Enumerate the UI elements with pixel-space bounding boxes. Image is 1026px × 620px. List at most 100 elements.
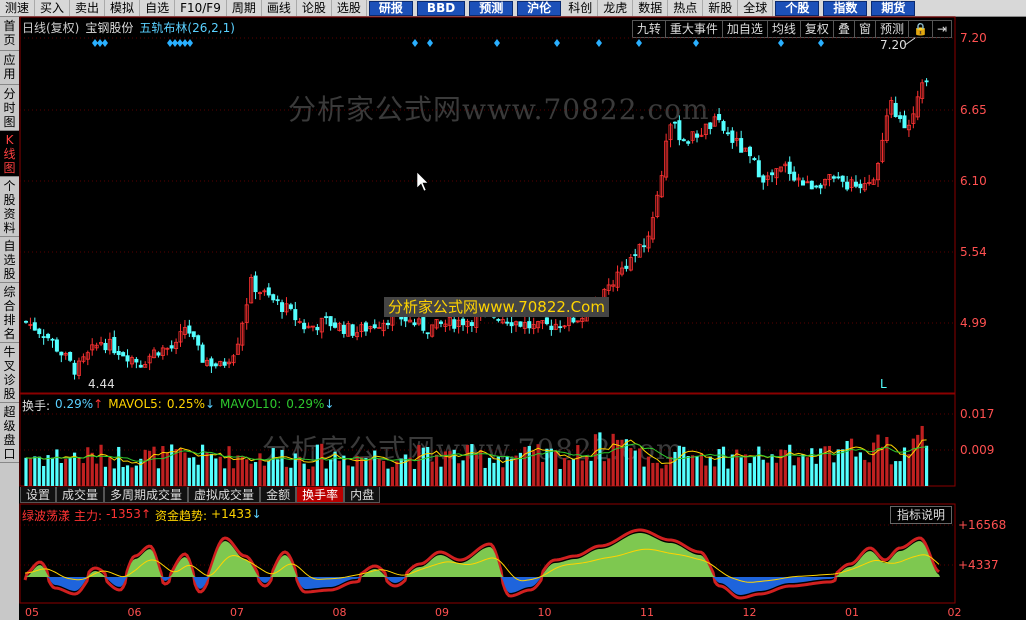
volume-tab-6[interactable]: 内盘 xyxy=(344,487,381,503)
candle-body xyxy=(518,321,523,327)
volume-bar xyxy=(607,458,611,486)
candle-body xyxy=(438,321,443,324)
volume-bar xyxy=(112,468,116,486)
candle-body xyxy=(103,342,108,351)
volume-tab-5[interactable]: 换手率 xyxy=(296,487,345,503)
volume-bar xyxy=(439,466,443,486)
volume-bar xyxy=(108,457,112,486)
volume-bar xyxy=(549,448,553,486)
candle-body xyxy=(280,302,285,312)
signal-diamond xyxy=(596,39,602,47)
volume-bar xyxy=(315,444,319,486)
mavol10-label: MAVOL10: xyxy=(220,397,282,411)
candle-body xyxy=(302,322,307,330)
volume-bar xyxy=(876,434,880,486)
volume-bar xyxy=(289,467,293,486)
candle-body xyxy=(800,180,805,186)
candle-body xyxy=(372,324,377,329)
candle-body xyxy=(41,336,46,338)
volume-bar xyxy=(187,457,191,486)
candle-body xyxy=(853,181,858,187)
candle-body xyxy=(116,351,121,356)
volume-bar xyxy=(911,438,915,486)
candle-body xyxy=(333,322,338,328)
candle-body xyxy=(845,181,850,190)
candle-body xyxy=(721,121,726,131)
volume-bar xyxy=(346,465,350,486)
candle-body xyxy=(68,352,73,361)
volume-tab-0[interactable]: 设置 xyxy=(20,487,57,503)
candle-body xyxy=(761,175,766,183)
volume-bar xyxy=(757,446,761,486)
candle-body xyxy=(156,352,161,356)
volume-bar xyxy=(245,459,249,486)
main-force-value: -1353 xyxy=(106,507,141,521)
volume-bar xyxy=(351,466,355,486)
candle-body xyxy=(787,161,792,175)
volume-tab-3[interactable]: 虚拟成交量 xyxy=(188,487,261,503)
volume-bar xyxy=(766,462,770,486)
volume-bar xyxy=(660,468,664,486)
candle-body xyxy=(213,363,218,367)
candle-body xyxy=(756,160,761,178)
candle-body xyxy=(315,326,320,331)
volume-bar xyxy=(457,463,461,486)
candle-body xyxy=(288,304,293,309)
volume-bar xyxy=(320,443,324,486)
candle-body xyxy=(293,309,298,321)
turnover-label: 换手: xyxy=(22,399,51,413)
volume-bar xyxy=(770,454,774,486)
candle-body xyxy=(421,317,426,331)
candle-body xyxy=(266,287,271,296)
volume-bar xyxy=(390,466,395,486)
volume-bar xyxy=(368,458,372,486)
volume-bar xyxy=(152,446,156,486)
signal-diamond xyxy=(818,39,824,47)
candle-body xyxy=(425,332,430,335)
mouse-cursor-icon xyxy=(416,171,429,192)
indicator-explain-button[interactable]: 指标说明 xyxy=(890,506,953,524)
volume-bar xyxy=(699,453,704,486)
volume-bar xyxy=(743,454,748,486)
volume-bar xyxy=(894,461,898,486)
volume-bar xyxy=(805,457,809,486)
volume-bar xyxy=(302,463,306,486)
indicator-title: 绿波荡漾 xyxy=(22,509,71,523)
volume-tab-1[interactable]: 成交量 xyxy=(56,487,105,503)
candle-body xyxy=(72,362,77,375)
price-low-label: 4.44 xyxy=(88,377,115,391)
volume-bar xyxy=(218,456,222,486)
volume-bar xyxy=(337,460,342,486)
signal-diamond xyxy=(636,39,642,47)
volume-bar xyxy=(863,459,867,486)
date-axis-label: 08 xyxy=(333,606,347,619)
volume-bar xyxy=(642,466,646,486)
volume-bar xyxy=(585,455,589,486)
volume-tab-4[interactable]: 金额 xyxy=(260,487,297,503)
candle-body xyxy=(748,146,753,157)
candle-body xyxy=(121,352,126,357)
candle-body xyxy=(363,322,368,332)
volume-bar xyxy=(752,456,757,486)
volume-bar xyxy=(602,461,606,486)
candle-body xyxy=(527,321,532,329)
signal-diamond xyxy=(412,39,418,47)
volume-bar xyxy=(386,468,390,486)
candle-body xyxy=(642,245,647,248)
signal-diamond xyxy=(554,39,560,47)
volume-bar xyxy=(483,467,487,486)
candle-body xyxy=(324,316,329,319)
candle-body xyxy=(50,338,55,341)
volume-bar xyxy=(487,457,492,486)
indicator-axis-label: +16568 xyxy=(958,518,1006,532)
volume-tab-2[interactable]: 多周期成交量 xyxy=(104,487,189,503)
volume-bar xyxy=(262,465,266,486)
volume-bar xyxy=(907,454,911,486)
signal-diamond xyxy=(187,39,193,47)
volume-bar xyxy=(730,454,734,486)
indicator-axis-label: +4337 xyxy=(958,558,999,572)
candle-body xyxy=(677,120,682,141)
candle-body xyxy=(840,175,845,182)
volume-bar xyxy=(580,460,584,486)
volume-bar xyxy=(192,457,196,486)
